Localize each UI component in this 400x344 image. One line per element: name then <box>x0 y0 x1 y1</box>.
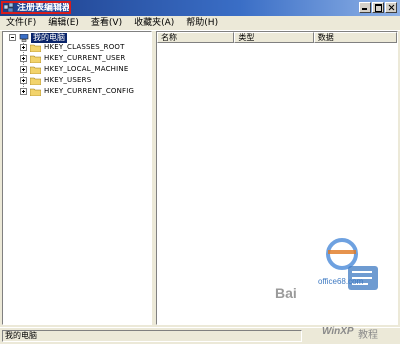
tree-key-hkey-users[interactable]: HKEY_USERS <box>20 75 91 86</box>
title-bar[interactable]: 注册表编辑器 <box>0 0 400 16</box>
tree-key-hkey-local-machine[interactable]: HKEY_LOCAL_MACHINE <box>20 64 128 75</box>
expand-icon[interactable] <box>20 66 27 73</box>
collapse-icon[interactable] <box>9 34 16 41</box>
tree-key-label: HKEY_LOCAL_MACHINE <box>44 65 129 73</box>
computer-icon <box>19 33 29 42</box>
window-controls <box>359 2 397 13</box>
folder-icon <box>30 55 41 63</box>
menu-favorites[interactable]: 收藏夹(A) <box>128 17 180 30</box>
column-headers: 名称 类型 数据 <box>157 32 397 43</box>
tree-key-label: HKEY_CLASSES_ROOT <box>44 43 125 51</box>
expand-icon[interactable] <box>20 55 27 62</box>
folder-icon <box>30 77 41 85</box>
column-header-data[interactable]: 数据 <box>313 32 397 43</box>
registry-tree-pane[interactable]: 我的电脑 HKEY_CLASSES_ROOT HKEY_CURRENT_USER… <box>2 31 152 325</box>
menu-bar: 文件(F) 编辑(E) 查看(V) 收藏夹(A) 帮助(H) <box>0 16 400 31</box>
baidu-watermark-logo <box>326 238 378 290</box>
tree-key-label: HKEY_CURRENT_CONFIG <box>44 87 135 95</box>
menu-edit[interactable]: 编辑(E) <box>42 17 85 30</box>
tree-key-label: HKEY_USERS <box>44 76 92 84</box>
watermark-site-text: office68.com <box>318 277 364 286</box>
expand-icon[interactable] <box>20 44 27 51</box>
tree-root-label: 我的电脑 <box>31 32 67 43</box>
folder-icon <box>30 66 41 74</box>
column-header-name[interactable]: 名称 <box>157 32 235 43</box>
expand-icon[interactable] <box>20 77 27 84</box>
tree-key-hkey-classes-root[interactable]: HKEY_CLASSES_ROOT <box>20 42 125 53</box>
folder-icon <box>30 88 41 96</box>
watermark-baidu-text: Bai <box>275 285 297 301</box>
close-button[interactable] <box>385 2 397 13</box>
menu-help[interactable]: 帮助(H) <box>180 17 224 30</box>
folder-icon <box>30 44 41 52</box>
status-text: 我的电脑 <box>2 330 302 342</box>
watermark-jiaocheng-text: 教程 <box>358 330 378 341</box>
column-header-type[interactable]: 类型 <box>234 32 314 43</box>
title-highlight-box <box>1 1 71 14</box>
minimize-button[interactable] <box>359 2 371 13</box>
maximize-button[interactable] <box>372 2 384 13</box>
menu-view[interactable]: 查看(V) <box>85 17 128 30</box>
menu-file[interactable]: 文件(F) <box>0 17 42 30</box>
expand-icon[interactable] <box>20 88 27 95</box>
tree-key-hkey-current-user[interactable]: HKEY_CURRENT_USER <box>20 53 125 64</box>
tree-key-label: HKEY_CURRENT_USER <box>44 54 126 62</box>
watermark-winxp-text: WinXP <box>322 326 354 337</box>
tree-key-hkey-current-config[interactable]: HKEY_CURRENT_CONFIG <box>20 86 134 97</box>
